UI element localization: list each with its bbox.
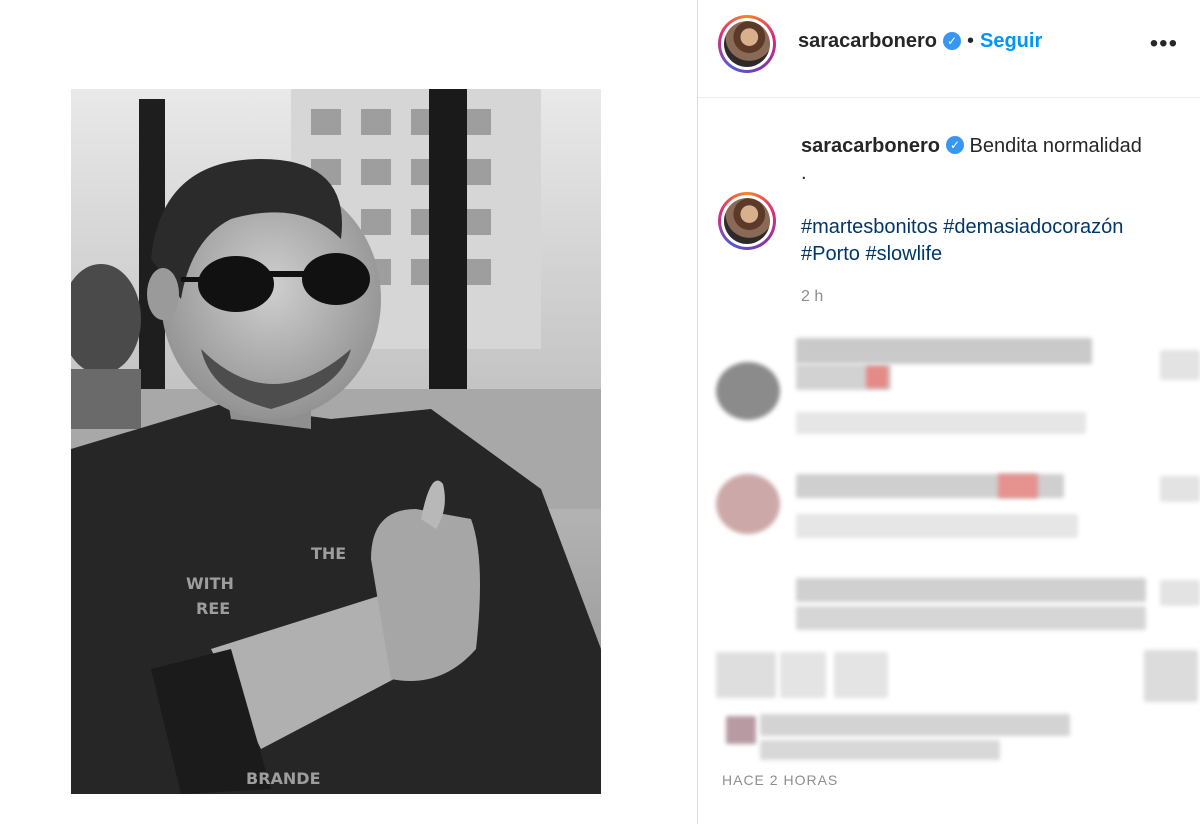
- like-icon[interactable]: [1160, 580, 1200, 606]
- blurred-comment-meta: [796, 412, 1086, 434]
- caption-line2: .: [801, 162, 807, 184]
- blurred-comment-text: [796, 606, 1146, 630]
- blurred-comment-meta: [796, 514, 1078, 538]
- comment-icon[interactable]: [780, 652, 826, 698]
- caption-text: Bendita normalidad: [969, 135, 1142, 157]
- blurred-emoji: [866, 366, 888, 388]
- blurred-emoji: [998, 474, 1038, 498]
- save-icon[interactable]: [1144, 650, 1198, 702]
- post-header: saracarbonero ✓ • Seguir •••: [698, 0, 1200, 98]
- media-pane: WITH REE THE BRANDE: [0, 0, 697, 824]
- like-icon[interactable]: [1160, 476, 1200, 502]
- header-username[interactable]: saracarbonero: [798, 30, 937, 52]
- avatar[interactable]: [716, 474, 780, 534]
- caption-avatar[interactable]: [718, 192, 776, 250]
- post-photo-illustration: WITH REE THE BRANDE: [71, 89, 601, 794]
- caption: saracarbonero ✓ Bendita normalidad . #mar…: [801, 133, 1186, 306]
- like-icon[interactable]: [1160, 350, 1200, 380]
- separator-dot: •: [966, 30, 974, 52]
- post-side-panel: saracarbonero ✓ • Seguir ••• saracarbonero ✓…: [698, 0, 1200, 824]
- blurred-comment-text: [796, 338, 1092, 364]
- avatar[interactable]: [718, 15, 776, 73]
- verified-badge-icon: ✓: [945, 135, 964, 154]
- caption-time: 2 h: [801, 288, 824, 305]
- hashtags-line-2[interactable]: #Porto #slowlife: [801, 243, 942, 265]
- header-identity: saracarbonero ✓ • Seguir: [798, 30, 1042, 53]
- svg-text:REE: REE: [196, 599, 230, 618]
- follow-button[interactable]: Seguir: [980, 30, 1042, 52]
- like-icon[interactable]: [716, 652, 776, 698]
- share-icon[interactable]: [834, 652, 888, 698]
- svg-text:WITH: WITH: [186, 574, 234, 593]
- post-photo[interactable]: WITH REE THE BRANDE: [71, 89, 601, 794]
- svg-text:THE: THE: [311, 544, 346, 563]
- blurred-likes-text[interactable]: [760, 740, 1000, 760]
- svg-text:BRANDE: BRANDE: [246, 769, 321, 788]
- more-options-icon[interactable]: •••: [1150, 30, 1178, 58]
- verified-badge-icon: ✓: [942, 31, 961, 50]
- hashtags-line-1[interactable]: #martesbonitos #demasiadocorazón: [801, 216, 1123, 238]
- blurred-comment-text: [796, 578, 1146, 602]
- blurred-likes-text[interactable]: [760, 714, 1070, 736]
- caption-hashtags: #martesbonitos #demasiadocorazón #Porto …: [801, 214, 1186, 268]
- post-timestamp: HACE 2 HORAS: [722, 772, 839, 788]
- avatar[interactable]: [716, 362, 780, 420]
- caption-username[interactable]: saracarbonero: [801, 135, 940, 157]
- avatar: [726, 716, 756, 744]
